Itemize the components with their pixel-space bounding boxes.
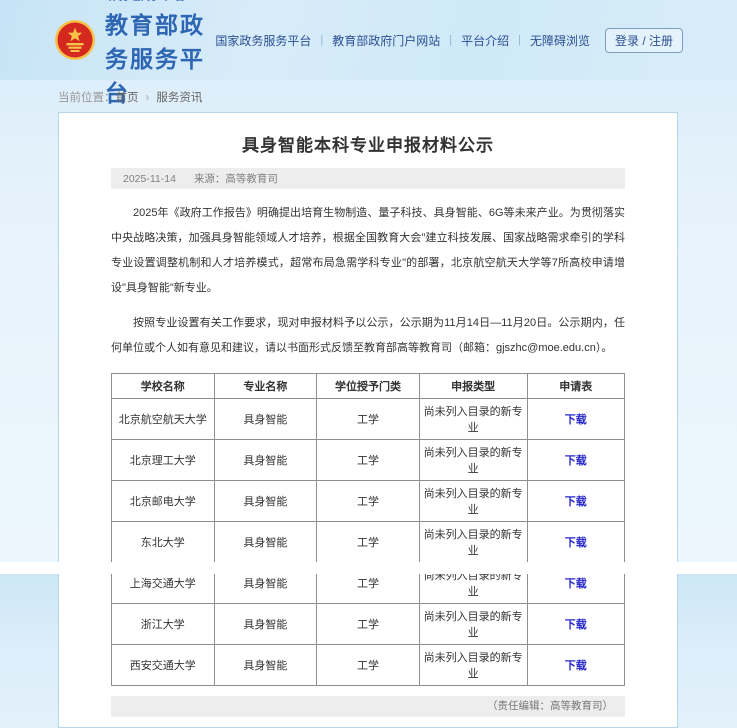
table-header-cell: 专业名称 [213,373,318,399]
table-row: 西安交通大学 具身智能 工学 尚未列入目录的新专业 下载 [111,644,625,686]
table-cell: 尚未列入目录的新专业 [418,480,528,522]
site-header: 全国一体化在线政务服务平台 教育部政务服务平台 国家政务服务平台|教育部政府门户… [0,0,737,106]
article-meta-bar: 2025-11-14 来源：高等教育司 [111,168,625,189]
table-cell: 尚未列入目录的新专业 [418,439,528,481]
table-header-cell: 学位授予门类 [316,373,420,399]
table-cell: 西安交通大学 [111,644,215,686]
table-row: 北京航空航天大学 具身智能 工学 尚未列入目录的新专业 下载 [111,398,625,440]
article-card: 具身智能本科专业申报材料公示 2025-11-14 来源：高等教育司 2025年… [58,112,678,728]
breadcrumb-service-news-link[interactable]: 服务资讯 [156,92,202,104]
editor-note-bar: （责任编辑：高等教育司） [111,696,625,717]
table-cell: 尚未列入目录的新专业 [418,644,528,686]
download-link[interactable]: 下载 [565,496,587,508]
table-cell: 具身智能 [213,521,318,563]
table-cell: 工学 [316,644,420,686]
nav-separator: | [320,34,324,46]
table-cell: 具身智能 [213,480,318,522]
article-date: 2025-11-14 [123,172,176,185]
table-header-cell: 学校名称 [111,373,215,399]
login-register-button[interactable]: 登录 / 注册 [604,27,683,53]
table-cell: 工学 [316,603,420,645]
article-paragraph-2: 按照专业设置有关工作要求，现对申报材料予以公示，公示期为11月14日—11月20… [111,317,625,354]
editor-note: （责任编辑：高等教育司） [487,700,613,712]
table-row: 浙江大学 具身智能 工学 尚未列入目录的新专业 下载 [111,603,625,645]
download-cell: 下载 [526,439,625,481]
table-cell: 浙江大学 [111,603,215,645]
table-row: 北京邮电大学 具身智能 工学 尚未列入目录的新专业 下载 [111,480,625,522]
table-cell: 具身智能 [213,644,318,686]
article-paragraph-1: 2025年《政府工作报告》明确提出培育生物制造、量子科技、具身智能、6G等未来产… [111,207,625,294]
table-cell: 工学 [316,439,420,481]
table-cell: 北京航空航天大学 [111,398,215,440]
download-link[interactable]: 下载 [565,619,587,631]
nav-separator: | [518,34,521,46]
table-cell: 具身智能 [213,603,318,645]
table-cell: 具身智能 [213,398,318,440]
download-cell: 下载 [526,644,625,686]
download-link[interactable]: 下载 [565,414,587,426]
download-cell: 下载 [526,521,625,563]
download-link[interactable]: 下载 [565,660,587,672]
bottom-strip [0,562,737,574]
breadcrumb-label: 当前位置： [58,92,116,104]
download-link[interactable]: 下载 [565,578,587,590]
platform-subtitle: 全国一体化在线政务服务平台 [105,0,215,3]
top-nav: 国家政务服务平台 | 教育部政府门户网站 | 平台介绍 | 无障碍浏览 [215,32,590,49]
nav-link-0[interactable]: 国家政务服务平台 [215,32,311,49]
breadcrumb-separator-icon: › [145,92,150,104]
nav-link-2[interactable]: 平台介绍 [461,32,509,49]
table-header-row: 学校名称 专业名称 学位授予门类 申报类型 申请表 [111,373,625,399]
table-cell: 尚未列入目录的新专业 [418,521,528,563]
download-cell: 下载 [526,480,625,522]
application-table: 学校名称 专业名称 学位授予门类 申报类型 申请表 北京航空航天大学 具身智能 工学 尚未列入… [111,373,625,686]
table-row: 北京理工大学 具身智能 工学 尚未列入目录的新专业 下载 [111,439,625,481]
article-source: 来源：高等教育司 [193,173,278,185]
table-cell: 工学 [316,480,420,522]
table-header-cell: 申报类型 [418,373,528,399]
table-cell: 具身智能 [213,439,318,481]
download-link[interactable]: 下载 [565,455,587,467]
table-cell: 尚未列入目录的新专业 [418,398,528,440]
nav-separator: | [449,34,453,46]
article-title: 具身智能本科专业申报材料公示 [242,136,494,155]
breadcrumb-home-link[interactable]: 首页 [116,92,139,104]
table-row: 东北大学 具身智能 工学 尚未列入目录的新专业 下载 [111,521,625,563]
table-cell: 工学 [316,521,420,563]
table-cell: 工学 [316,398,420,440]
table-cell: 尚未列入目录的新专业 [418,603,528,645]
nav-link-3[interactable]: 无障碍浏览 [530,32,590,49]
table-cell: 东北大学 [111,521,215,563]
national-emblem-icon [55,20,95,60]
table-cell: 北京邮电大学 [111,480,215,522]
nav-link-1[interactable]: 教育部政府门户网站 [332,32,440,49]
table-cell: 北京理工大学 [111,439,215,481]
download-link[interactable]: 下载 [565,537,587,549]
download-cell: 下载 [526,398,625,440]
download-cell: 下载 [526,603,625,645]
table-header-cell: 申请表 [526,373,625,399]
